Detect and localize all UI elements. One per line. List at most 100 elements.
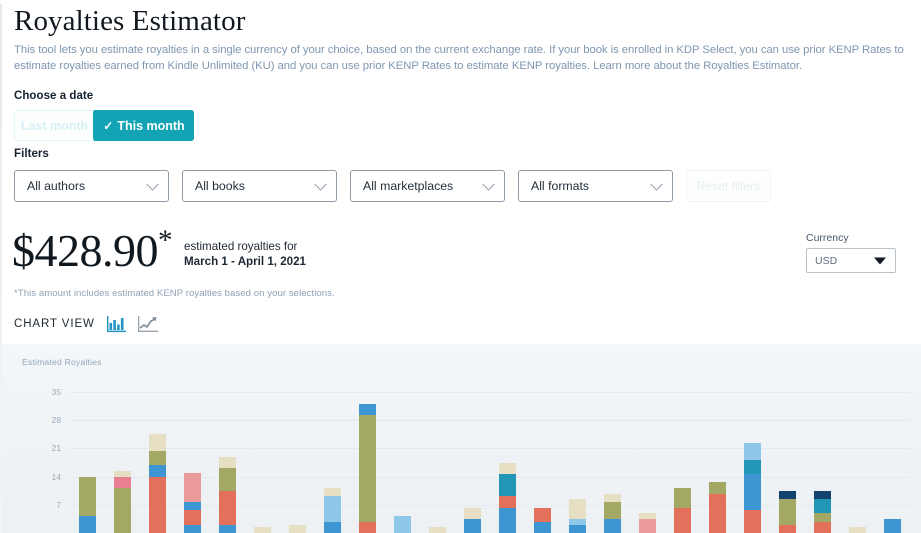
chart-bar[interactable] bbox=[184, 472, 201, 533]
chart-bar[interactable] bbox=[499, 462, 516, 533]
filter-marketplaces-select[interactable]: All marketplaces bbox=[350, 170, 505, 202]
learn-more-link[interactable]: Learn more about the Royalties Estimator… bbox=[593, 60, 802, 72]
chart-bar-segment bbox=[814, 521, 831, 533]
bar-chart-icon[interactable] bbox=[106, 314, 127, 333]
reset-filters-button[interactable]: Reset filters bbox=[686, 170, 771, 202]
chart-y-tick-label: 7 bbox=[56, 499, 61, 510]
filter-books-select[interactable]: All books bbox=[182, 170, 337, 202]
chart-bar-segment bbox=[219, 468, 236, 491]
page-description: This tool lets you estimate royalties in… bbox=[14, 42, 907, 74]
chart-bar[interactable] bbox=[464, 507, 481, 533]
chart-bar[interactable] bbox=[884, 518, 901, 533]
chart-plot-area: 7 14 21 28 35 bbox=[52, 380, 910, 533]
chart-bar-segment bbox=[289, 524, 306, 533]
chart-bar-segment bbox=[184, 502, 201, 511]
chart-bar-segment bbox=[674, 507, 691, 533]
chart-bar-segment bbox=[324, 521, 341, 533]
amount-date-range: March 1 - April 1, 2021 bbox=[184, 255, 307, 268]
chart-bar[interactable] bbox=[114, 471, 131, 533]
chart-bar-segment bbox=[184, 524, 201, 533]
caret-down-icon bbox=[874, 257, 886, 264]
chart-bar-segment bbox=[219, 524, 236, 533]
chart-bar-segment bbox=[744, 442, 761, 460]
chart-bar-segment bbox=[464, 518, 481, 533]
chart-bar-segment bbox=[79, 476, 96, 517]
chart-bar[interactable] bbox=[149, 434, 166, 533]
chart-bar[interactable] bbox=[79, 476, 96, 533]
chart-bar[interactable] bbox=[779, 490, 796, 533]
date-toggle-group[interactable]: Last month ✓ This month bbox=[14, 110, 194, 141]
chart-view-toggle: CHART VIEW bbox=[14, 314, 159, 333]
chart-y-tick-label: 14 bbox=[51, 471, 61, 482]
royalties-estimator-page: Royalties Estimator This tool lets you e… bbox=[0, 0, 921, 533]
chart-bar-segment bbox=[744, 510, 761, 533]
currency-value: USD bbox=[815, 254, 838, 267]
chart-bar-segment bbox=[709, 482, 726, 494]
chart-bar-segment bbox=[79, 516, 96, 533]
chart-bar-segment bbox=[219, 456, 236, 469]
chart-gridline: 21 bbox=[52, 443, 910, 453]
chart-bar[interactable] bbox=[744, 442, 761, 533]
chart-bar-segment bbox=[324, 496, 341, 522]
chart-bar-segment bbox=[219, 490, 236, 525]
chart-bar-segment bbox=[359, 404, 376, 415]
chart-bar[interactable] bbox=[674, 487, 691, 533]
chart-bar-segment bbox=[114, 476, 131, 488]
chart-bar[interactable] bbox=[219, 456, 236, 533]
chart-bar[interactable] bbox=[324, 487, 341, 533]
page-title: Royalties Estimator bbox=[14, 5, 246, 37]
filters-section: Filters All authors All books All market… bbox=[14, 148, 771, 202]
amount-meta: estimated royalties for March 1 - April … bbox=[184, 239, 306, 269]
chart-bar-segment bbox=[884, 518, 901, 533]
chart-title: Estimated Royalties bbox=[22, 357, 102, 367]
filter-books-value: All books bbox=[195, 179, 245, 193]
chart-bar[interactable] bbox=[534, 507, 551, 533]
chart-bar-segment bbox=[849, 527, 866, 533]
currency-section: Currency USD bbox=[806, 232, 896, 273]
filter-formats-select[interactable]: All formats bbox=[518, 170, 673, 202]
estimated-royalty-amount: $428.90* bbox=[12, 226, 173, 274]
chart-bar[interactable] bbox=[604, 493, 621, 533]
chevron-down-icon bbox=[146, 177, 159, 191]
chart-bar-segment bbox=[184, 472, 201, 503]
intro-line-2: earned from Kindle Unlimited (KU) and yo… bbox=[104, 60, 590, 72]
page-header: Royalties Estimator This tool lets you e… bbox=[14, 4, 914, 74]
chart-bar[interactable] bbox=[849, 527, 866, 533]
choose-date-section: Choose a date Last month ✓ This month bbox=[14, 90, 194, 141]
chart-bar-segment bbox=[499, 462, 516, 474]
chart-view-label: CHART VIEW bbox=[14, 317, 95, 330]
chart-bar-segment bbox=[779, 499, 796, 525]
chart-bar[interactable] bbox=[289, 524, 306, 533]
chart-bar-segment bbox=[184, 510, 201, 525]
chart-bar-segment bbox=[779, 490, 796, 500]
chevron-down-icon bbox=[650, 177, 663, 191]
chart-bar[interactable] bbox=[639, 513, 656, 533]
chart-bar[interactable] bbox=[429, 527, 446, 533]
chart-bar-segment bbox=[534, 521, 551, 533]
filter-authors-value: All authors bbox=[27, 179, 86, 193]
chart-bar-segment bbox=[324, 487, 341, 497]
chart-bar[interactable] bbox=[394, 516, 411, 533]
last-month-button[interactable]: Last month bbox=[14, 110, 94, 141]
chart-bar[interactable] bbox=[254, 527, 271, 533]
reset-filters-label: Reset filters bbox=[696, 179, 761, 193]
chevron-down-icon bbox=[482, 177, 495, 191]
chart-y-tick-label: 21 bbox=[51, 443, 61, 454]
chart-bar[interactable] bbox=[359, 404, 376, 533]
currency-select[interactable]: USD bbox=[806, 248, 896, 273]
last-month-label: Last month bbox=[20, 118, 89, 133]
chart-bar[interactable] bbox=[709, 482, 726, 533]
chart-bar-segment bbox=[359, 414, 376, 522]
filter-authors-select[interactable]: All authors bbox=[14, 170, 169, 202]
chart-bar-segment bbox=[779, 524, 796, 533]
chart-bar[interactable] bbox=[569, 499, 586, 533]
chart-bar-segment bbox=[149, 465, 166, 477]
line-chart-icon[interactable] bbox=[138, 314, 159, 333]
chart-bar-segment bbox=[569, 499, 586, 519]
chart-bar[interactable] bbox=[814, 490, 831, 533]
chart-bar-segment bbox=[569, 524, 586, 533]
chart-y-tick-label: 28 bbox=[51, 415, 61, 426]
chart-bar-segment bbox=[814, 513, 831, 522]
this-month-button[interactable]: ✓ This month bbox=[94, 110, 194, 141]
chart-bar-segment bbox=[814, 499, 831, 514]
